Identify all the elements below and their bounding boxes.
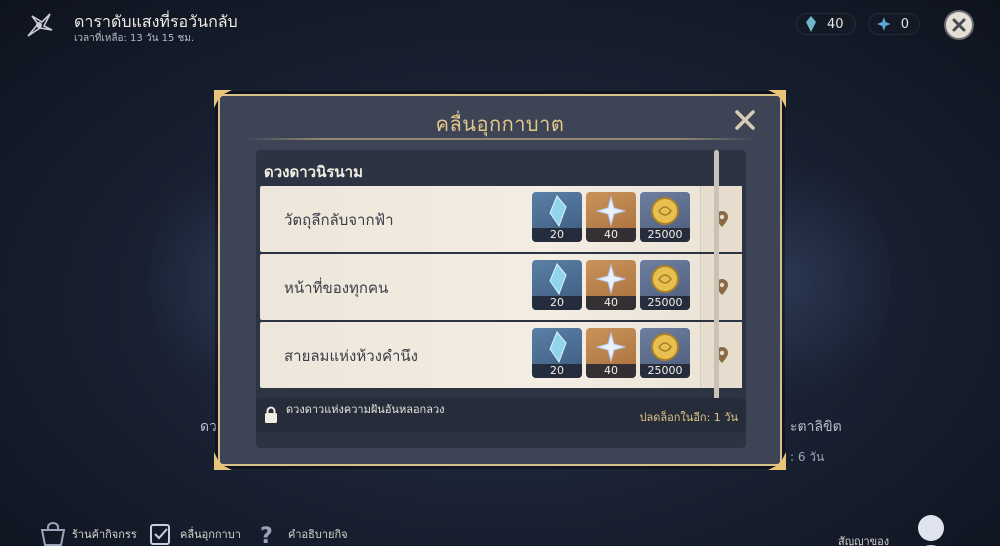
primogem-star-icon [596, 331, 626, 363]
reward-item[interactable]: 40 [586, 260, 636, 310]
list-scrollbar[interactable] [714, 150, 719, 424]
unlock-countdown: ปลดล็อกในอีก: 1 วัน [639, 411, 738, 424]
reward-count: 25000 [640, 296, 690, 310]
locked-section-title: ดวงดาวแห่งความฝันอันหลอกลวง [286, 403, 445, 416]
reward-count: 40 [586, 364, 636, 378]
corner-ornament-icon [768, 452, 786, 470]
nav-event-shop[interactable]: ร้านค้ากิจกรร [38, 522, 137, 546]
modal-title: คลื่นอุกกาบาต [435, 112, 565, 136]
close-event-button[interactable] [944, 10, 974, 40]
mora-coin-icon [651, 197, 679, 225]
corner-ornament-icon [214, 90, 232, 108]
nav-meteor-wave[interactable]: คลื่นอุกกาบา [146, 522, 241, 546]
currency-feather-value: 40 [827, 16, 844, 32]
close-icon [952, 18, 966, 32]
section-title: ดวงดาวนิรนาม [264, 163, 363, 181]
reward-item[interactable]: 20 [532, 328, 582, 378]
corner-ornament-icon [768, 90, 786, 108]
crystal-shard-icon [549, 331, 567, 363]
primogem-star-icon [596, 195, 626, 227]
crystal-shard-icon [549, 263, 567, 295]
background-left-label: ดว [200, 419, 217, 435]
locked-section: ดวงดาวแห่งความฝันอันหลอกลวง ปลดล็อกในอีก… [256, 398, 746, 432]
reward-item[interactable]: 25000 [640, 192, 690, 242]
quest-name: สายลมแห่งห้วงคำนึง [284, 347, 418, 365]
reward-item[interactable]: 25000 [640, 328, 690, 378]
crystal-feather-icon [806, 16, 816, 32]
reward-item[interactable]: 40 [586, 328, 636, 378]
quest-row[interactable]: หน้าที่ของทุกคน 20 40 25000 [260, 254, 742, 320]
quest-row[interactable]: สายลมแห่งห้วงคำนึง 20 40 25000 [260, 322, 742, 388]
mora-coin-icon [651, 333, 679, 361]
reward-count: 40 [586, 296, 636, 310]
quest-name: หน้าที่ของทุกคน [284, 279, 389, 297]
task-check-icon [150, 524, 170, 545]
locate-quest-button[interactable] [700, 186, 742, 252]
time-remaining: เวลาที่เหลือ: 13 วัน 15 ชม. [74, 33, 195, 44]
nav-event-shop-label: ร้านค้ากิจกรร [72, 528, 137, 541]
locate-quest-button[interactable] [700, 322, 742, 388]
reward-item[interactable]: 25000 [640, 260, 690, 310]
meteor-modal: คลื่นอุกกาบาต ดวงดาวนิรนาม วัตถุลึกลับจา… [214, 90, 786, 470]
primogem-star-icon [596, 263, 626, 295]
nav-event-info-label: คำอธิบายกิจ [288, 528, 348, 541]
mora-coin-icon [651, 265, 679, 293]
quest-row[interactable]: วัตถุลึกลับจากฟ้า 20 40 25000 [260, 186, 742, 252]
question-mark-icon: ? [260, 524, 273, 546]
title-divider [244, 138, 756, 140]
reward-item[interactable]: 20 [532, 192, 582, 242]
reward-count: 25000 [640, 228, 690, 242]
corner-ornament-icon [214, 452, 232, 470]
top-bar: ดาราดับแสงที่รอวันกลับ เวลาที่เหลือ: 13 … [0, 0, 1000, 50]
reward-count: 25000 [640, 364, 690, 378]
reward-count: 40 [586, 228, 636, 242]
locate-quest-button[interactable] [700, 254, 742, 320]
nav-contract[interactable]: สัญญาของ [838, 532, 889, 546]
svg-text:?: ? [260, 524, 273, 546]
reward-item[interactable]: 20 [532, 260, 582, 310]
star-emblem-icon [877, 17, 891, 31]
shop-bag-icon [40, 522, 66, 546]
quest-name: วัตถุลึกลับจากฟ้า [284, 211, 394, 229]
bottom-nav: ร้านค้ากิจกรร คลื่นอุกกาบา ? คำอธิบายกิจ… [0, 510, 1000, 546]
currency-star: 0 [868, 13, 920, 35]
currency-star-value: 0 [900, 16, 909, 32]
background-right-sublabel: : 6 วัน [790, 450, 825, 464]
event-emblem-icon [27, 13, 53, 37]
nav-event-info[interactable]: ? คำอธิบายกิจ [254, 522, 348, 546]
nav-meteor-wave-label: คลื่นอุกกาบา [180, 528, 241, 541]
modal-close-button[interactable] [734, 109, 756, 131]
reward-count: 20 [532, 296, 582, 310]
character-avatar-icon[interactable] [904, 510, 958, 546]
background-right-label: ะตาลิขิต [790, 419, 842, 435]
crystal-shard-icon [549, 195, 567, 227]
reward-count: 20 [532, 228, 582, 242]
currency-feather: 40 [796, 13, 856, 35]
lock-icon [265, 406, 277, 423]
reward-item[interactable]: 40 [586, 192, 636, 242]
reward-count: 20 [532, 364, 582, 378]
